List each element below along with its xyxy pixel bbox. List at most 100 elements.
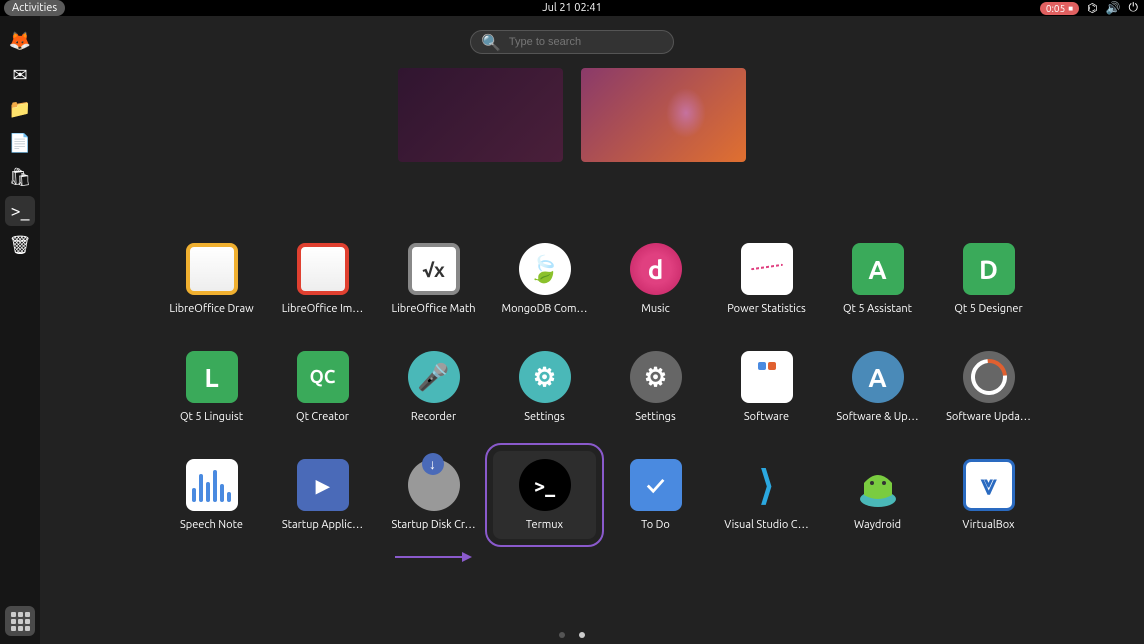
app-label: Power Statistics <box>727 303 806 315</box>
clock[interactable]: Jul 21 02:41 <box>542 2 602 14</box>
app-swup[interactable]: A Software & Up… <box>826 343 929 431</box>
recorder-icon: 🎤 <box>408 351 460 403</box>
settings1-icon: ⚙ <box>519 351 571 403</box>
search-bar[interactable]: 🔍 <box>470 30 674 54</box>
dock-writer[interactable]: 📄 <box>5 128 35 158</box>
dock-files[interactable]: 📁 <box>5 94 35 124</box>
app-software[interactable]: Software <box>715 343 818 431</box>
activities-button[interactable]: Activities <box>4 0 65 16</box>
app-qtc[interactable]: QC Qt Creator <box>271 343 374 431</box>
app-label: Qt Creator <box>296 411 349 423</box>
app-label: Settings <box>635 411 676 423</box>
app-swupd[interactable]: Software Upda… <box>937 343 1040 431</box>
screen-record-indicator[interactable]: 0:05 <box>1040 2 1079 15</box>
app-label: Software Upda… <box>946 411 1031 423</box>
page-dot-2[interactable] <box>579 632 585 638</box>
startup-icon: ▸ <box>297 459 349 511</box>
app-label: Software <box>744 411 789 423</box>
speech-icon <box>186 459 238 511</box>
loimpress-icon <box>297 243 349 295</box>
app-label: To Do <box>641 519 670 531</box>
vscode-icon: ⟩ <box>741 459 793 511</box>
search-icon: 🔍 <box>481 33 501 52</box>
app-disk[interactable]: Startup Disk Cr… <box>382 451 485 539</box>
qtc-icon: QC <box>297 351 349 403</box>
app-waydroid[interactable]: Waydroid <box>826 451 929 539</box>
disk-icon <box>408 459 460 511</box>
dock: 🦊 ✉ 📁 📄 🛍 >_ 🗑 <box>0 16 40 644</box>
app-label: Speech Note <box>180 519 243 531</box>
app-label: Termux <box>526 519 563 531</box>
qtd-icon: D <box>963 243 1015 295</box>
volume-icon[interactable]: 🔊 <box>1106 1 1121 15</box>
app-qtl[interactable]: L Qt 5 Linguist <box>160 343 263 431</box>
termux-icon: >_ <box>519 459 571 511</box>
applications-grid: LibreOffice Draw LibreOffice Im… √x LibreOf… <box>160 235 1040 539</box>
grid-icon <box>11 612 30 631</box>
dock-thunderbird[interactable]: ✉ <box>5 60 35 90</box>
vbox-icon: ⩔ <box>963 459 1015 511</box>
app-todo[interactable]: ✓ To Do <box>604 451 707 539</box>
app-label: Qt 5 Linguist <box>180 411 243 423</box>
workspace-thumbnail-2[interactable] <box>581 68 746 162</box>
workspace-switcher <box>398 68 746 162</box>
app-loimpress[interactable]: LibreOffice Im… <box>271 235 374 323</box>
waydroid-icon <box>852 459 904 511</box>
workspace-thumbnail-1[interactable] <box>398 68 563 162</box>
app-label: LibreOffice Math <box>391 303 475 315</box>
app-settings2[interactable]: ⚙ Settings <box>604 343 707 431</box>
app-label: Music <box>641 303 669 315</box>
software-icon <box>741 351 793 403</box>
app-label: LibreOffice Im… <box>282 303 363 315</box>
app-vscode[interactable]: ⟩ Visual Studio C… <box>715 451 818 539</box>
search-input[interactable] <box>509 36 663 48</box>
dock-software-center[interactable]: 🛍 <box>5 162 35 192</box>
app-label: VirtualBox <box>962 519 1014 531</box>
lodraw-icon <box>186 243 238 295</box>
dock-terminal[interactable]: >_ <box>5 196 35 226</box>
app-speech[interactable]: Speech Note <box>160 451 263 539</box>
app-label: MongoDB Com… <box>502 303 588 315</box>
power-icon[interactable]: ⏻ <box>1129 1 1139 15</box>
swup-icon: A <box>852 351 904 403</box>
app-vbox[interactable]: ⩔ VirtualBox <box>937 451 1040 539</box>
lomath-icon: √x <box>408 243 460 295</box>
app-music[interactable]: d Music <box>604 235 707 323</box>
app-label: Recorder <box>411 411 456 423</box>
swupd-icon <box>963 351 1015 403</box>
app-label: Waydroid <box>854 519 901 531</box>
todo-icon: ✓ <box>630 459 682 511</box>
app-qta[interactable]: A Qt 5 Assistant <box>826 235 929 323</box>
app-lodraw[interactable]: LibreOffice Draw <box>160 235 263 323</box>
app-settings1[interactable]: ⚙Settings <box>493 343 596 431</box>
app-label: Qt 5 Designer <box>954 303 1022 315</box>
app-label: Software & Up… <box>836 411 918 423</box>
app-mongo[interactable]: 🍃 MongoDB Com… <box>493 235 596 323</box>
app-label: Startup Applic… <box>282 519 363 531</box>
app-startup[interactable]: ▸ Startup Applic… <box>271 451 374 539</box>
qtl-icon: L <box>186 351 238 403</box>
wallpaper-jellyfish <box>666 88 706 138</box>
app-label: Startup Disk Cr… <box>391 519 475 531</box>
app-lomath[interactable]: √x LibreOffice Math <box>382 235 485 323</box>
show-applications-button[interactable] <box>5 606 35 636</box>
app-power[interactable]: Power Statistics <box>715 235 818 323</box>
power-icon <box>741 243 793 295</box>
app-label: Qt 5 Assistant <box>843 303 912 315</box>
app-termux[interactable]: >_ Termux <box>493 451 596 539</box>
app-label: LibreOffice Draw <box>169 303 253 315</box>
app-label: Visual Studio C… <box>724 519 809 531</box>
dock-firefox[interactable]: 🦊 <box>5 26 35 56</box>
top-bar: Activities Jul 21 02:41 0:05 ⌬ 🔊 ⏻ <box>0 0 1144 16</box>
dock-trash[interactable]: 🗑 <box>5 230 35 260</box>
app-recorder[interactable]: 🎤 Recorder <box>382 343 485 431</box>
network-icon[interactable]: ⌬ <box>1087 1 1097 15</box>
app-qtd[interactable]: D Qt 5 Designer <box>937 235 1040 323</box>
page-indicator <box>559 632 585 638</box>
music-icon: d <box>630 243 682 295</box>
annotation-arrow <box>395 556 470 558</box>
page-dot-1[interactable] <box>559 632 565 638</box>
mongo-icon: 🍃 <box>519 243 571 295</box>
qta-icon: A <box>852 243 904 295</box>
settings2-icon: ⚙ <box>630 351 682 403</box>
